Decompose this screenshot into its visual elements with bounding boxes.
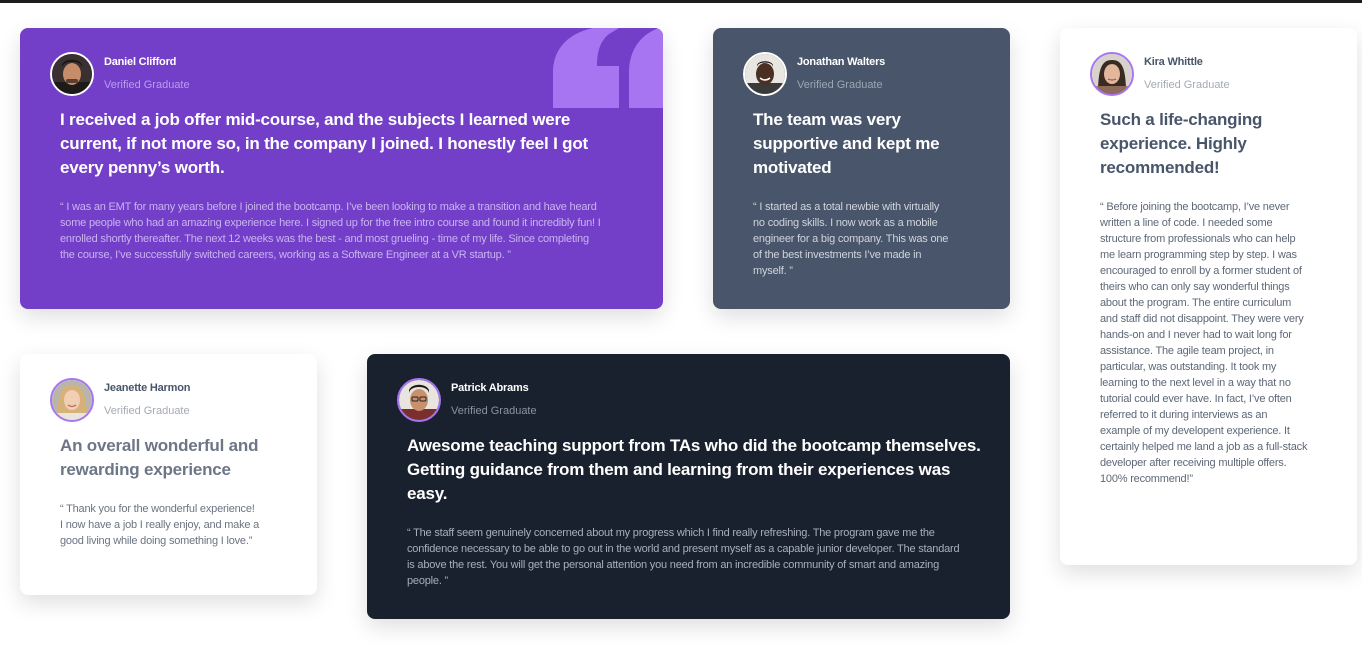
- testimonial-card-kira: Kira Whittle Verified Graduate Such a li…: [1060, 28, 1357, 565]
- avatar-jonathan: [743, 52, 787, 96]
- testimonial-headline: The team was very supportive and kept me…: [753, 110, 940, 177]
- testimonial-body: “ Thank you for the wonderful experience…: [60, 503, 260, 547]
- author-info: Jonathan Walters Verified Graduate: [797, 56, 885, 92]
- author-role: Verified Graduate: [104, 405, 190, 417]
- author-name: Daniel Clifford: [104, 56, 177, 68]
- testimonial-card-jonathan: Jonathan Walters Verified Graduate The t…: [713, 28, 1010, 309]
- card-header: Jonathan Walters Verified Graduate: [743, 52, 885, 96]
- card-header: Jeanette Harmon Verified Graduate: [50, 378, 190, 422]
- quotation-mark-icon: [553, 28, 663, 108]
- author-name: Patrick Abrams: [451, 382, 529, 394]
- testimonial-card-jeanette: Jeanette Harmon Verified Graduate An ove…: [20, 354, 317, 595]
- testimonial-body: “ I started as a total newbie with virtu…: [753, 201, 949, 277]
- author-info: Jeanette Harmon Verified Graduate: [104, 382, 190, 418]
- author-info: Patrick Abrams Verified Graduate: [451, 382, 537, 418]
- card-header: Kira Whittle Verified Graduate: [1090, 52, 1230, 96]
- author-info: Daniel Clifford Verified Graduate: [104, 56, 190, 92]
- testimonial-headline: I received a job offer mid-course, and t…: [60, 110, 588, 177]
- card-header: Patrick Abrams Verified Graduate: [397, 378, 537, 422]
- author-role: Verified Graduate: [451, 405, 537, 417]
- avatar-patrick: [397, 378, 441, 422]
- testimonial-body: “ I was an EMT for many years before I j…: [60, 201, 601, 261]
- author-role: Verified Graduate: [797, 79, 883, 91]
- avatar-kira: [1090, 52, 1134, 96]
- testimonial-body: “ The staff seem genuinely concerned abo…: [407, 527, 960, 587]
- author-role: Verified Graduate: [1144, 79, 1230, 91]
- testimonial-card-daniel: Daniel Clifford Verified Graduate I rece…: [20, 28, 663, 309]
- card-header: Daniel Clifford Verified Graduate: [50, 52, 190, 96]
- author-role: Verified Graduate: [104, 79, 190, 91]
- author-name: Kira Whittle: [1144, 56, 1203, 68]
- avatar-daniel: [50, 52, 94, 96]
- author-name: Jonathan Walters: [797, 56, 886, 68]
- author-name: Jeanette Harmon: [104, 382, 191, 394]
- avatar-jeanette: [50, 378, 94, 422]
- testimonial-headline: Awesome teaching support from TAs who di…: [407, 436, 981, 503]
- top-border: [0, 0, 1362, 3]
- testimonial-body: “ Before joining the bootcamp, I’ve neve…: [1100, 201, 1308, 485]
- testimonial-headline: An overall wonderful and rewarding exper…: [60, 436, 259, 479]
- testimonial-headline: Such a life-changing experience. Highly …: [1100, 110, 1263, 177]
- testimonial-card-patrick: Patrick Abrams Verified Graduate Awesome…: [367, 354, 1010, 619]
- author-info: Kira Whittle Verified Graduate: [1144, 56, 1230, 92]
